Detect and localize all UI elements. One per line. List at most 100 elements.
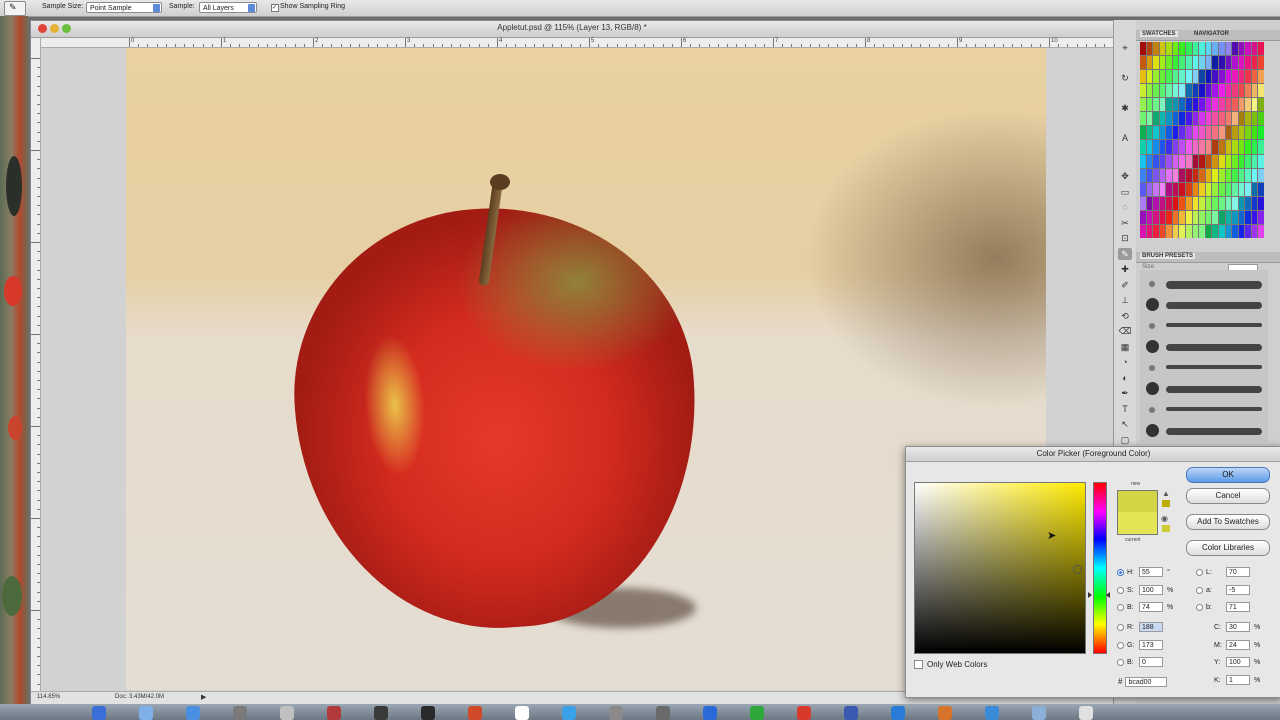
- swatch-cell[interactable]: [1186, 154, 1192, 168]
- swatch-cell[interactable]: [1232, 210, 1238, 224]
- swatch-cell[interactable]: [1146, 126, 1153, 140]
- swatch-cell[interactable]: [1172, 168, 1179, 182]
- brush-preset-item[interactable]: [1142, 358, 1266, 377]
- path-select-icon[interactable]: ↖: [1118, 418, 1132, 430]
- swatch-cell[interactable]: [1199, 112, 1205, 126]
- swatch-cell[interactable]: [1218, 42, 1225, 56]
- swatch-cell[interactable]: [1258, 70, 1264, 84]
- zoom-level[interactable]: 114.85%: [37, 694, 60, 700]
- swatch-cell[interactable]: [1172, 140, 1179, 154]
- eyedropper-icon[interactable]: ✎: [1118, 247, 1132, 260]
- swatch-cell[interactable]: [1225, 84, 1232, 98]
- dock-app-icon[interactable]: [139, 706, 153, 720]
- swatch-cell[interactable]: [1199, 70, 1205, 84]
- swatch-cell[interactable]: [1186, 98, 1192, 112]
- swatch-cell[interactable]: [1153, 98, 1159, 112]
- brush-preset-item[interactable]: [1142, 379, 1266, 398]
- swatch-cell[interactable]: [1258, 126, 1264, 140]
- shape-icon[interactable]: ▢: [1118, 434, 1132, 446]
- swatch-cell[interactable]: [1179, 196, 1186, 210]
- swatch-cell[interactable]: [1238, 112, 1245, 126]
- swatch-cell[interactable]: [1205, 210, 1212, 224]
- swatch-cell[interactable]: [1153, 140, 1159, 154]
- swatch-cell[interactable]: [1179, 112, 1186, 126]
- swatch-cell[interactable]: [1199, 98, 1205, 112]
- swatch-cell[interactable]: [1159, 56, 1166, 70]
- dock-app-icon[interactable]: [515, 706, 529, 720]
- swatch-cell[interactable]: [1225, 224, 1232, 238]
- swatch-cell[interactable]: [1166, 112, 1172, 126]
- swatch-cell[interactable]: [1186, 42, 1192, 56]
- swatch-cell[interactable]: [1199, 210, 1205, 224]
- swatch-cell[interactable]: [1192, 154, 1199, 168]
- swatch-cell[interactable]: [1166, 182, 1172, 196]
- ruler-vertical[interactable]: [31, 38, 41, 694]
- lab-l-field[interactable]: 70: [1226, 567, 1250, 577]
- swatch-cell[interactable]: [1245, 182, 1251, 196]
- swatch-cell[interactable]: [1186, 224, 1192, 238]
- swatch-cell[interactable]: [1218, 112, 1225, 126]
- swatch-cell[interactable]: [1251, 182, 1258, 196]
- swatch-cell[interactable]: [1212, 168, 1218, 182]
- swatch-cell[interactable]: [1245, 168, 1251, 182]
- gradient-icon[interactable]: ▦: [1118, 341, 1132, 353]
- black-field[interactable]: 1: [1226, 675, 1250, 685]
- dock-app-icon[interactable]: [186, 706, 200, 720]
- swatch-cell[interactable]: [1172, 56, 1179, 70]
- swatch-cell[interactable]: [1172, 210, 1179, 224]
- dock-app-icon[interactable]: [656, 706, 670, 720]
- swatch-cell[interactable]: [1199, 196, 1205, 210]
- swatch-cell[interactable]: [1140, 224, 1146, 238]
- swatch-cell[interactable]: [1166, 140, 1172, 154]
- swatch-cell[interactable]: [1238, 154, 1245, 168]
- sample-select[interactable]: All Layers: [199, 2, 257, 13]
- swatch-cell[interactable]: [1245, 210, 1251, 224]
- swatches-grid[interactable]: [1140, 42, 1264, 238]
- swatch-cell[interactable]: [1218, 210, 1225, 224]
- swatch-cell[interactable]: [1172, 154, 1179, 168]
- swatch-cell[interactable]: [1251, 98, 1258, 112]
- swatch-cell[interactable]: [1205, 126, 1212, 140]
- hue-slider[interactable]: [1093, 482, 1107, 654]
- swatch-cell[interactable]: [1186, 210, 1192, 224]
- brush-preset-item[interactable]: [1142, 337, 1266, 356]
- swatch-cell[interactable]: [1172, 196, 1179, 210]
- swatch-cell[interactable]: [1166, 154, 1172, 168]
- swatch-cell[interactable]: [1159, 126, 1166, 140]
- swatch-cell[interactable]: [1186, 112, 1192, 126]
- dock-app-icon[interactable]: [280, 706, 294, 720]
- swatch-cell[interactable]: [1258, 182, 1264, 196]
- red-radio[interactable]: [1117, 624, 1124, 631]
- swatch-cell[interactable]: [1153, 70, 1159, 84]
- swatch-cell[interactable]: [1251, 224, 1258, 238]
- swatch-cell[interactable]: [1140, 84, 1146, 98]
- dock-app-icon[interactable]: [327, 706, 341, 720]
- swatch-cell[interactable]: [1153, 126, 1159, 140]
- swatch-cell[interactable]: [1146, 42, 1153, 56]
- swatch-cell[interactable]: [1192, 196, 1199, 210]
- swatch-cell[interactable]: [1245, 56, 1251, 70]
- pen-icon[interactable]: ✒: [1118, 387, 1132, 399]
- swatch-cell[interactable]: [1159, 224, 1166, 238]
- swatch-cell[interactable]: [1199, 224, 1205, 238]
- swatch-cell[interactable]: [1218, 196, 1225, 210]
- swatch-cell[interactable]: [1172, 224, 1179, 238]
- swatch-cell[interactable]: [1225, 70, 1232, 84]
- swatch-cell[interactable]: [1179, 154, 1186, 168]
- swatch-cell[interactable]: [1166, 98, 1172, 112]
- websafe-color-chip[interactable]: [1162, 525, 1170, 532]
- swatch-cell[interactable]: [1172, 112, 1179, 126]
- swatch-cell[interactable]: [1205, 154, 1212, 168]
- swatch-cell[interactable]: [1238, 70, 1245, 84]
- swatch-cell[interactable]: [1186, 70, 1192, 84]
- swatch-cell[interactable]: [1140, 126, 1146, 140]
- swatch-cell[interactable]: [1146, 196, 1153, 210]
- dock-app-icon[interactable]: [92, 706, 106, 720]
- swatch-cell[interactable]: [1179, 70, 1186, 84]
- swatch-cell[interactable]: [1205, 196, 1212, 210]
- swatch-cell[interactable]: [1225, 168, 1232, 182]
- swatch-cell[interactable]: [1179, 126, 1186, 140]
- swatch-cell[interactable]: [1172, 42, 1179, 56]
- swatch-cell[interactable]: [1153, 182, 1159, 196]
- dock-app-icon[interactable]: [1079, 706, 1093, 720]
